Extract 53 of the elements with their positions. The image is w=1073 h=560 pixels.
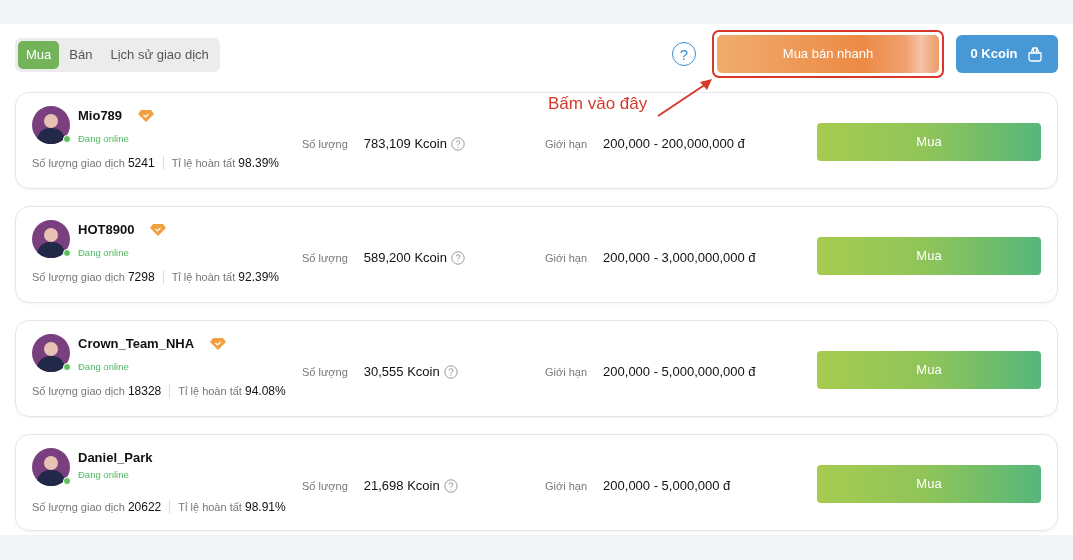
annotation-arrow: [656, 76, 714, 118]
avatar-icon: [32, 334, 70, 372]
help-icon[interactable]: [443, 365, 458, 379]
trade-count-text: Số lượng giao dịch 20622: [32, 499, 162, 516]
completion-rate-text: Tỉ lệ hoàn tất 94.08%: [178, 382, 286, 400]
limit-value: 200,000 - 200,000,000 đ: [603, 135, 745, 154]
limit-label: Giới hạn: [545, 250, 588, 266]
balance-button[interactable]: 0 Kcoin: [956, 35, 1058, 73]
help-button[interactable]: ?: [672, 42, 696, 66]
amount-value: 21,698 Kcoin: [363, 477, 440, 496]
limit-value: 200,000 - 5,000,000 đ: [603, 477, 731, 496]
help-icon[interactable]: [450, 251, 465, 265]
trade-count-text: Số lượng giao dịch 7298: [32, 268, 155, 286]
amount-label: Số lượng: [302, 136, 348, 152]
user-name: HOT8900: [78, 221, 135, 239]
limit-label: Giới hạn: [545, 364, 588, 380]
limit-label: Giới hạn: [545, 478, 588, 494]
status-text: Đang online: [78, 359, 130, 374]
completion-rate-text: Tỉ lệ hoàn tất 98.91%: [178, 499, 286, 516]
buy-button[interactable]: Mua: [817, 351, 1041, 389]
help-icon[interactable]: [443, 479, 458, 493]
help-icon[interactable]: [450, 137, 465, 151]
tab[interactable]: Lịch sử giao dịch: [102, 41, 217, 69]
amount-value: 783,109 Kcoin: [363, 135, 447, 154]
status-text: Đang online: [78, 131, 130, 146]
amount-value: 589,200 Kcoin: [363, 249, 447, 268]
trade-count-text: Số lượng giao dịch 18328: [32, 382, 162, 400]
completion-rate-text: Tỉ lệ hoàn tất 98.39%: [171, 154, 279, 172]
user-name: Mio789: [78, 107, 123, 125]
amount-label: Số lượng: [302, 364, 348, 380]
avatar-icon: [32, 448, 70, 486]
completion-rate-text: Tỉ lệ hoàn tất 92.39%: [171, 268, 279, 286]
tab[interactable]: Bán: [61, 41, 101, 69]
status-text: Đang online: [78, 245, 130, 260]
avatar-icon: [32, 220, 70, 258]
amount-value: 30,555 Kcoin: [363, 363, 440, 382]
amount-label: Số lượng: [302, 250, 348, 266]
trade-count-text: Số lượng giao dịch 5241: [32, 154, 155, 172]
limit-value: 200,000 - 5,000,000,000 đ: [603, 363, 756, 382]
tab[interactable]: Mua: [18, 41, 60, 69]
limit-value: 200,000 - 3,000,000,000 đ: [603, 249, 756, 268]
avatar-icon: [32, 106, 70, 144]
status-text: Đang online: [78, 467, 130, 482]
buy-button[interactable]: Mua: [817, 237, 1041, 275]
amount-label: Số lượng: [302, 478, 348, 494]
buy-button[interactable]: Mua: [817, 465, 1041, 503]
user-name: Crown_Team_NHA: [78, 335, 195, 353]
buy-button[interactable]: Mua: [817, 123, 1041, 161]
limit-label: Giới hạn: [545, 136, 588, 152]
annotation-text: Bấm vào đây: [548, 93, 648, 115]
bag-icon: [1027, 46, 1044, 62]
quick-trade-button[interactable]: Mua bán nhanh: [717, 35, 939, 73]
user-name: Daniel_Park: [78, 449, 153, 467]
